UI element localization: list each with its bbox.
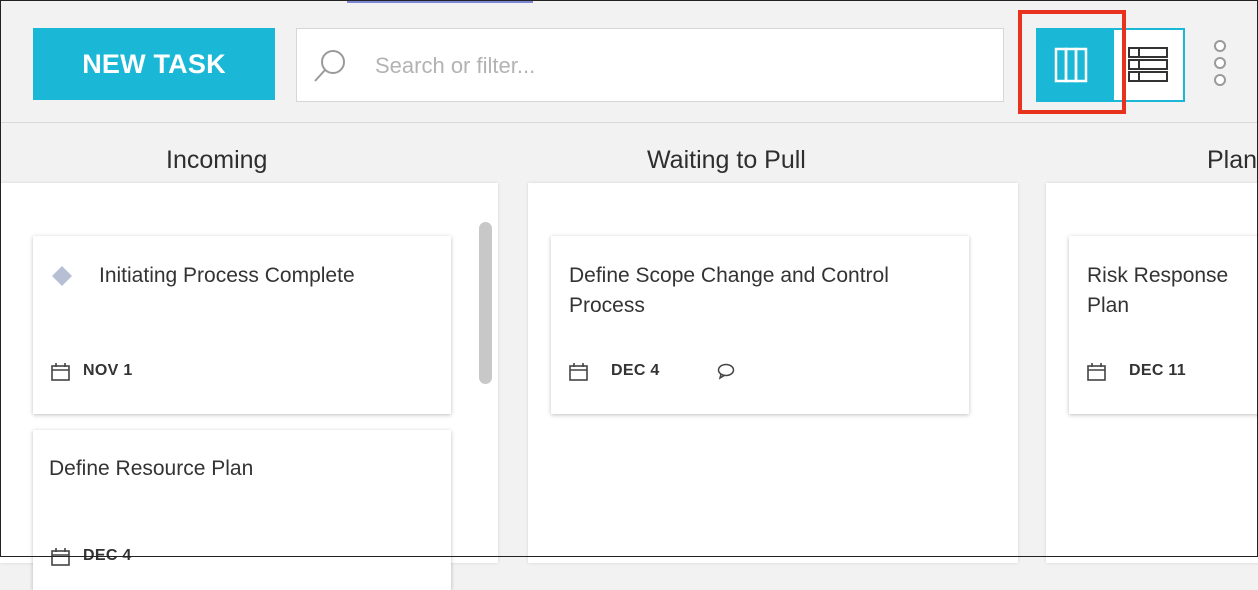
due-date: DEC 4: [83, 547, 132, 564]
vertical-ellipsis-icon: [1214, 40, 1226, 52]
task-card[interactable]: Initiating Process Complete NOV 1: [33, 236, 451, 414]
column-title-planning: Planning: [1207, 146, 1258, 174]
scrollbar[interactable]: [479, 222, 492, 384]
comment-icon[interactable]: [717, 363, 735, 380]
calendar-icon: [569, 363, 588, 381]
column-title-waiting: Waiting to Pull: [647, 146, 806, 174]
search-icon: [314, 50, 345, 82]
task-card[interactable]: Define Resource Plan DEC 4: [33, 430, 451, 590]
toolbar-divider: [0, 122, 1258, 123]
diamond-icon: [52, 266, 72, 286]
active-tab-indicator: [347, 0, 533, 3]
due-date: DEC 11: [1129, 362, 1186, 379]
more-options-button[interactable]: [1206, 40, 1234, 90]
due-date: NOV 1: [83, 362, 133, 379]
calendar-icon: [51, 548, 70, 566]
due-date: DEC 4: [611, 362, 660, 379]
column-title-incoming: Incoming: [166, 146, 268, 174]
task-title: Risk Response Plan: [1087, 264, 1229, 317]
task-card[interactable]: Risk Response Plan DEC 11: [1069, 236, 1258, 414]
highlight-box: [1018, 10, 1126, 114]
task-title: Define Scope Change and Control Process: [569, 264, 889, 317]
task-title: Initiating Process Complete: [99, 264, 355, 287]
task-title: Define Resource Plan: [49, 457, 254, 480]
calendar-icon: [1087, 363, 1106, 381]
task-card[interactable]: Define Scope Change and Control Process …: [551, 236, 969, 414]
search-box[interactable]: [296, 28, 1004, 103]
vertical-ellipsis-icon: [1214, 74, 1226, 86]
search-input[interactable]: [373, 29, 977, 103]
vertical-ellipsis-icon: [1214, 57, 1226, 69]
new-task-button[interactable]: NEW TASK: [33, 28, 275, 100]
calendar-icon: [51, 363, 70, 381]
